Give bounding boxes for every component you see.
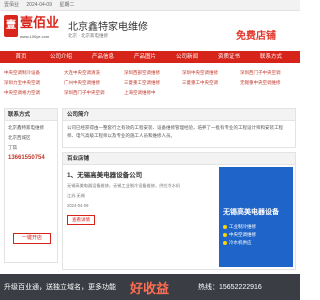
upgrade-footer-bar[interactable]: 升级百业通，送独立域名，更多功能 好收益 热线：15652222916 <box>0 274 300 300</box>
category-link[interactable]: 中央空调制冷设备 <box>4 70 40 76</box>
category-link[interactable]: 广州中央空调维修 <box>64 80 100 86</box>
free-shop-link[interactable]: 免费店铺 <box>236 27 276 42</box>
shop-heading: 百业店铺 <box>63 153 295 165</box>
site-logo[interactable]: 壹 壹佰业 www.100ye.com <box>4 15 59 45</box>
category-link[interactable]: 深圳西门子中央空调 <box>64 90 105 96</box>
check-icon <box>223 233 227 237</box>
promo-point: 中央空调维修 <box>229 232 256 237</box>
nav-certs[interactable]: 资质证书 <box>212 51 246 63</box>
open-shop-button[interactable]: 一键开店 <box>13 233 51 244</box>
promo-point: 工业制冷维修 <box>229 224 256 229</box>
category-link[interactable]: 大连中央空调清洗 <box>64 70 100 76</box>
shop-section: 百业店铺 1、无锡高美电器设备公司 无锡高美电器设备维修，无锡工业制冷设备维修，… <box>62 152 296 270</box>
topbar-site[interactable]: 壹佰业 <box>4 2 19 8</box>
shop-list-item[interactable]: 1、无锡高美电器设备公司 无锡高美电器设备维修，无锡工业制冷设备维修，供应冷水机… <box>67 169 207 226</box>
nav-images[interactable]: 产品图片 <box>128 51 162 63</box>
shop-item-location: 江苏 无锡 <box>67 193 85 198</box>
category-links: 中央空调制冷设备 大连中央空调清洗 深圳西部空调维修 深圳中央空调维修 深圳西门… <box>4 68 296 102</box>
shop-item-title[interactable]: 1、无锡高美电器设备公司 <box>67 169 207 179</box>
category-link[interactable]: 深圳西门子中央空调 <box>240 70 281 76</box>
category-link[interactable]: 无锡重中央空调维修 <box>240 80 281 86</box>
nav-about[interactable]: 公司介绍 <box>44 51 78 63</box>
category-link[interactable]: 上海空调维修中 <box>124 90 156 96</box>
contact-sidebar: 联系方式 北京鑫特家电维修 北京西城区 丁茹 13661550754 一键开店 <box>4 108 58 263</box>
footer-slogan: 好收益 <box>130 281 170 296</box>
category-link[interactable]: 三菱重工中央空调 <box>182 80 218 86</box>
promo-title: 无锡高美电器设备 <box>223 209 279 216</box>
shop-item-date: 2024-04-09 <box>67 203 89 208</box>
about-text: 公司已经获得由一整套行之有效的工程安装、设备维修管理经验，培养了一批有专业的工程… <box>67 125 283 138</box>
company-title: 北京鑫特家电维修 <box>68 22 148 33</box>
sidebar-company: 北京鑫特家电维修 <box>8 125 44 130</box>
main-nav: 首页 公司介绍 产品信息 产品图片 公司新闻 资质证书 联系方式 <box>0 51 300 63</box>
topbar-weekday: 星期二 <box>59 2 75 8</box>
about-heading: 公司简介 <box>63 109 295 121</box>
company-subtitle: 北京 · 北京家电维修 <box>68 33 108 38</box>
nav-news[interactable]: 公司新闻 <box>170 51 204 63</box>
nav-products[interactable]: 产品信息 <box>86 51 120 63</box>
promo-banner[interactable]: 无锡高美电器设备 工业制冷维修 中央空调维修 冷水机供应 <box>219 167 293 267</box>
nav-home[interactable]: 首页 <box>6 51 36 63</box>
top-status-bar: 壹佰业 2024-04-09 星期二 <box>0 0 300 11</box>
category-link[interactable]: 中央空调格力空调 <box>4 90 40 96</box>
category-link[interactable]: 深圳西部空调维修 <box>124 70 160 76</box>
category-link[interactable]: 深圳力宝中央空调 <box>4 80 40 86</box>
footer-hotline: 热线：15652222916 <box>198 284 262 291</box>
about-section: 公司简介 公司已经获得由一整套行之有效的工程安装、设备维修管理经验，培养了一批有… <box>62 108 296 148</box>
view-details-button[interactable]: 查看详情 <box>67 215 95 225</box>
footer-upgrade-text: 升级百业通，送独立域名，更多功能 <box>4 284 116 291</box>
category-link[interactable]: 深圳中央空调维修 <box>182 70 218 76</box>
topbar-date: 2024-04-09 <box>26 2 52 8</box>
logo-url: www.100ye.com <box>20 34 50 39</box>
sidebar-contact-person: 丁茹 <box>8 145 17 150</box>
shop-item-desc: 无锡高美电器设备维修，无锡工业制冷设备维修，供应冷水机 <box>67 183 181 188</box>
sidebar-phone: 13661550754 <box>8 155 45 161</box>
logo-mark: 壹 <box>4 15 18 37</box>
check-icon <box>223 225 227 229</box>
category-link[interactable]: 三菱重工空调维修 <box>124 80 160 86</box>
nav-contact[interactable]: 联系方式 <box>254 51 288 63</box>
check-icon <box>223 241 227 245</box>
promo-point: 冷水机供应 <box>229 240 252 245</box>
site-header: 壹 壹佰业 www.100ye.com 北京鑫特家电维修 北京 · 北京家电维修… <box>0 11 300 49</box>
logo-name: 壹佰业 <box>20 16 60 31</box>
sidebar-heading: 联系方式 <box>5 109 57 121</box>
sidebar-location: 北京西城区 <box>8 135 31 140</box>
